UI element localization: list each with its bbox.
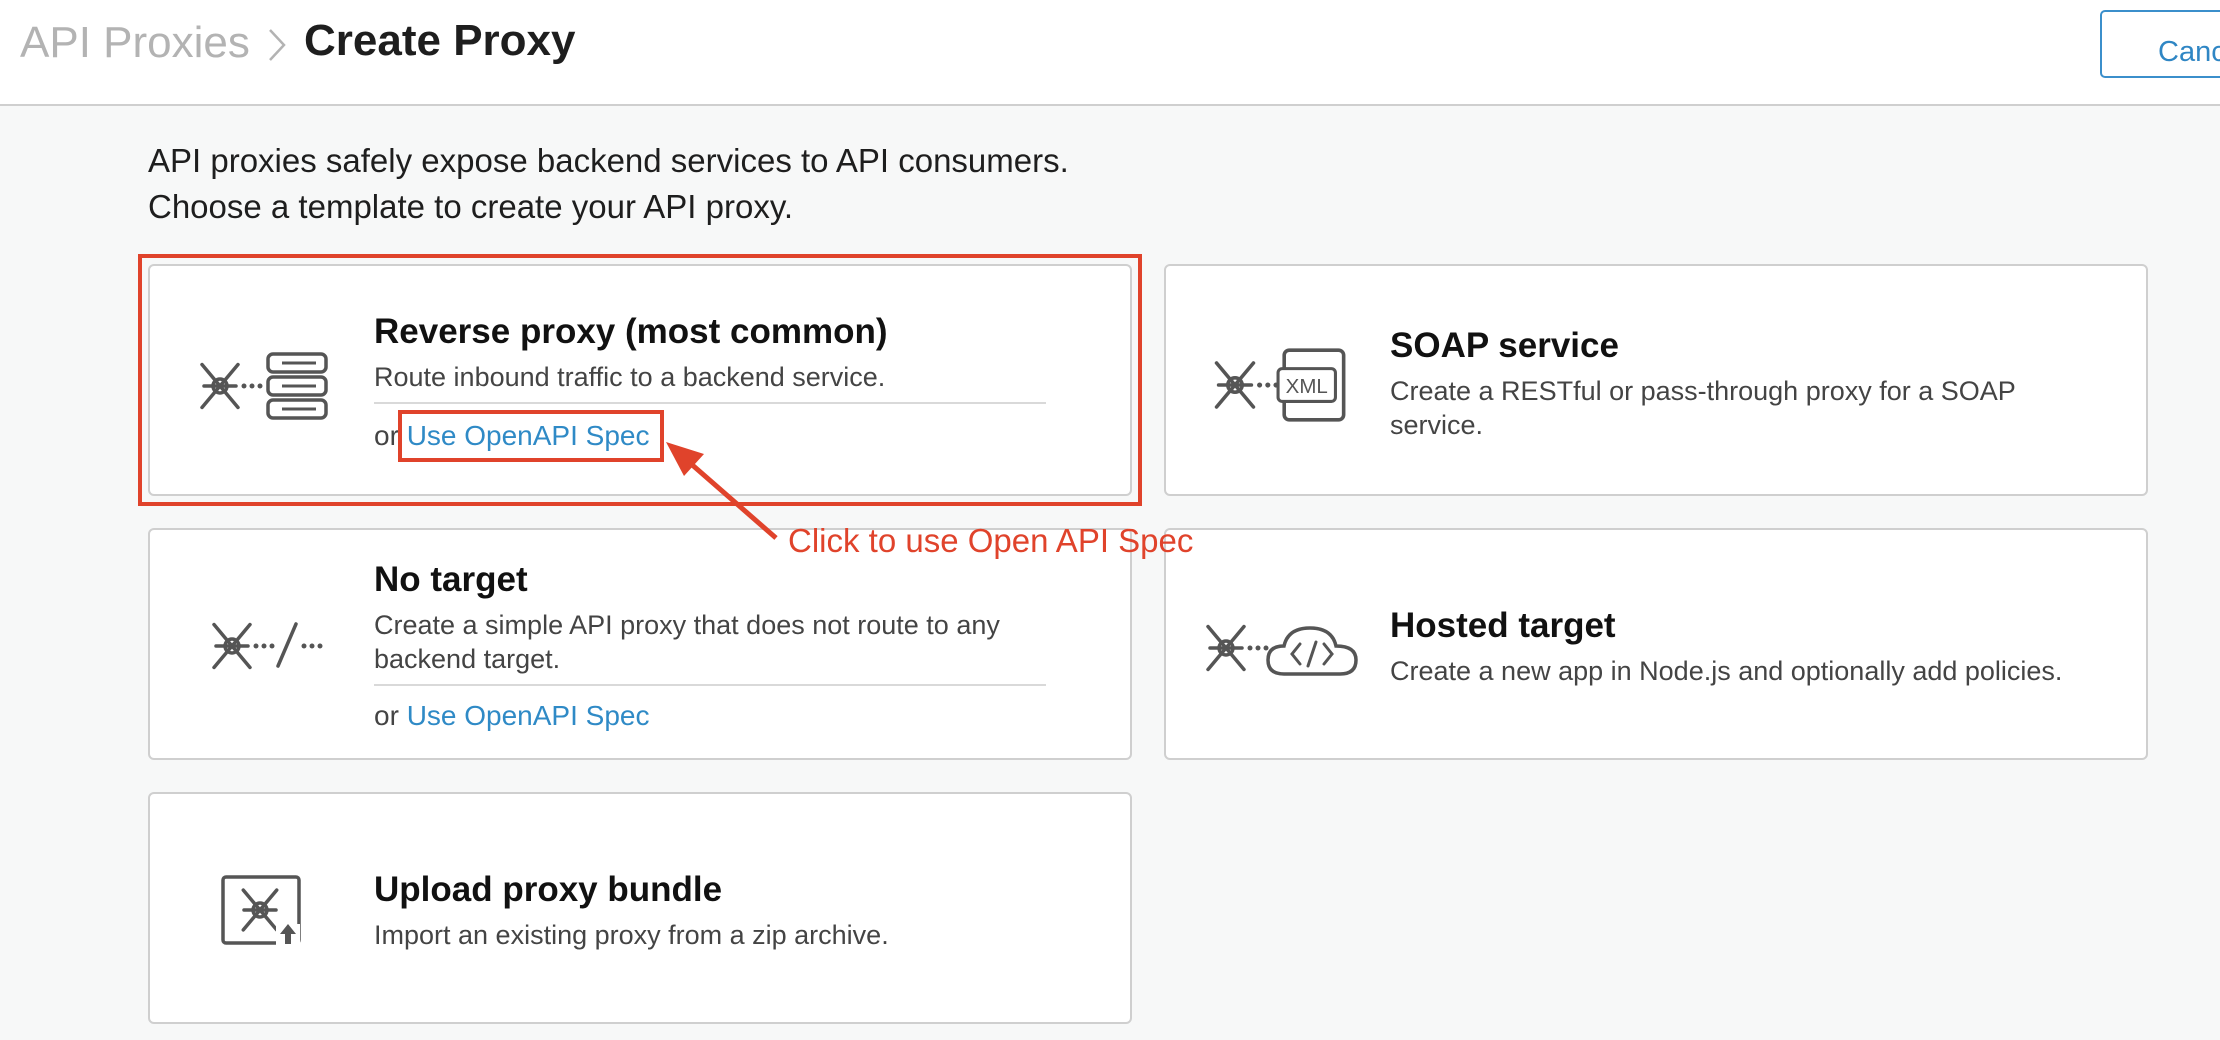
- upload-bundle-card[interactable]: Upload proxy bundle Import an existing p…: [148, 792, 1132, 1024]
- breadcrumb-parent-link[interactable]: API Proxies: [20, 18, 250, 68]
- hosted-target-card[interactable]: Hosted target Create a new app in Node.j…: [1164, 528, 2148, 760]
- card-description: Import an existing proxy from a zip arch…: [374, 920, 889, 950]
- or-text: or: [374, 420, 407, 451]
- reverse-proxy-card[interactable]: Reverse proxy (most common) Route inboun…: [148, 264, 1132, 496]
- xml-icon-text: XML: [1286, 375, 1328, 398]
- annotation-text: Click to use Open API Spec: [788, 522, 1194, 559]
- intro-line-2: Choose a template to create your API pro…: [148, 188, 794, 225]
- proxy-xml-icon: XML: [1214, 348, 1346, 422]
- card-or-row: or Use OpenAPI Spec: [374, 420, 650, 452]
- card-description: Create a simple API proxy that does not …: [374, 610, 1000, 674]
- page-title: Create Proxy: [304, 16, 576, 65]
- soap-service-card[interactable]: XML SOAP service Create a RESTful or pas…: [1164, 264, 2148, 496]
- card-description: Route inbound traffic to a backend servi…: [374, 362, 886, 392]
- or-text: or: [374, 700, 407, 731]
- card-divider: [374, 684, 1046, 686]
- proxy-server-stack-icon: [200, 352, 328, 420]
- intro-line-1: API proxies safely expose backend servic…: [148, 142, 1069, 179]
- no-target-card[interactable]: No target Create a simple API proxy that…: [148, 528, 1132, 760]
- card-description: Create a RESTful or pass-through proxy f…: [1390, 376, 2016, 440]
- card-description: Create a new app in Node.js and optional…: [1390, 656, 2063, 686]
- chevron-right-icon: [269, 29, 286, 61]
- upload-bundle-icon: [221, 875, 301, 946]
- proxy-no-target-icon: [212, 622, 323, 670]
- top-bar: API Proxies Create Proxy Canc: [0, 0, 2220, 106]
- card-title: No target: [374, 560, 528, 599]
- card-title: SOAP service: [1390, 326, 1619, 365]
- annotation-arrow-icon: [666, 442, 778, 540]
- proxy-cloud-code-icon: [1206, 624, 1358, 676]
- card-or-row: or Use OpenAPI Spec: [374, 700, 650, 732]
- card-divider: [374, 402, 1046, 404]
- card-title: Hosted target: [1390, 606, 1616, 645]
- card-title: Reverse proxy (most common): [374, 312, 888, 351]
- cancel-button[interactable]: Canc: [2100, 10, 2220, 78]
- card-title: Upload proxy bundle: [374, 870, 723, 909]
- use-openapi-spec-link[interactable]: Use OpenAPI Spec: [407, 700, 650, 731]
- use-openapi-spec-link[interactable]: Use OpenAPI Spec: [407, 420, 650, 451]
- intro-text: API proxies safely expose backend servic…: [148, 138, 1069, 230]
